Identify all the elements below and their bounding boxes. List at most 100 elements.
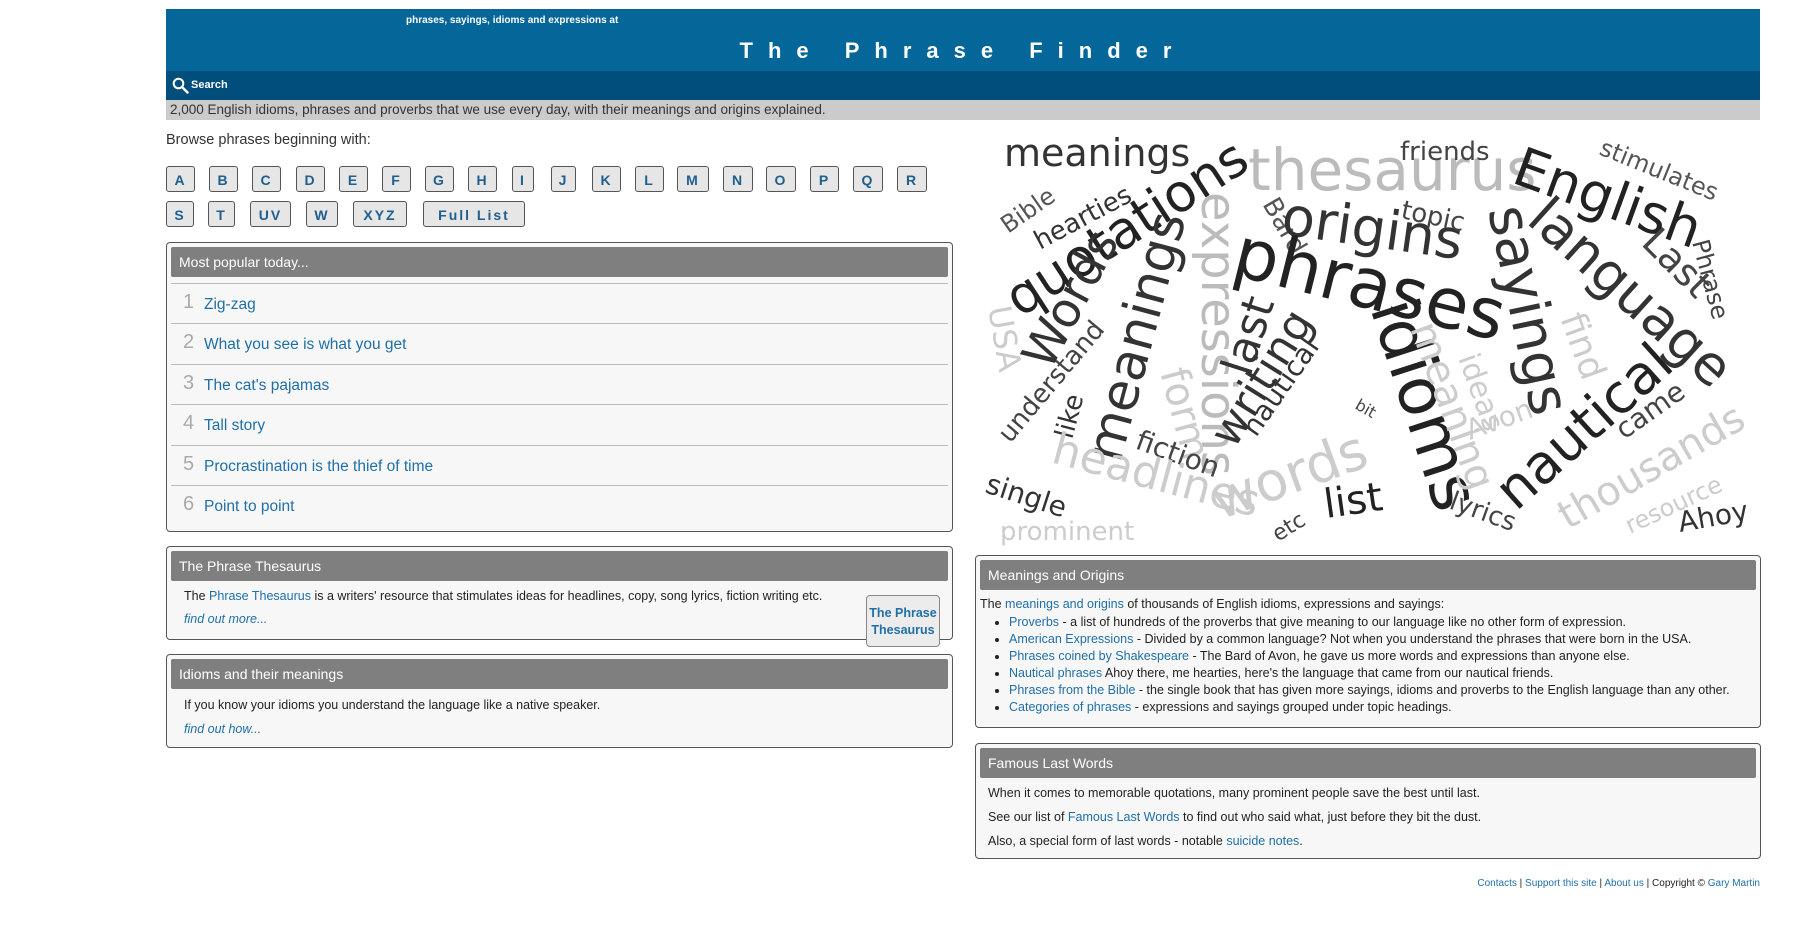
meanings-origins-intro: The meanings and origins of thousands of…	[980, 597, 1444, 611]
footer-separator: |	[1519, 878, 1523, 889]
find-out-more-link[interactable]: find out more...	[184, 612, 267, 626]
letter-i-button[interactable]: I	[512, 166, 534, 192]
letter-a-button[interactable]: A	[166, 166, 195, 192]
letter-c-button[interactable]: C	[252, 166, 281, 192]
meanings-origins-list: Proverbs - a list of hundreds of the pro…	[1009, 614, 1730, 716]
famous-line3-pre: Also, a special form of last words - not…	[988, 834, 1223, 848]
list-item-text: - The Bard of Avon, he gave us more word…	[1188, 649, 1630, 663]
american-expressions-link[interactable]: American Expressions	[1009, 632, 1133, 646]
popular-link[interactable]: The cat's pajamas	[204, 377, 329, 395]
meanings-intro-post: of thousands of English idioms, expressi…	[1127, 597, 1445, 611]
phrase-thesaurus-heading: The Phrase Thesaurus	[171, 551, 948, 581]
letter-q-button[interactable]: Q	[853, 166, 883, 192]
letter-h-button[interactable]: H	[468, 166, 497, 192]
famous-line2-pre: See our list of	[988, 810, 1065, 824]
popular-item[interactable]: 3 The cat's pajamas	[171, 364, 948, 405]
list-item-text: - the single book that has given more sa…	[1135, 683, 1730, 697]
about-link[interactable]: About us	[1604, 878, 1643, 889]
famous-line-1: When it comes to memorable quotations, m…	[988, 786, 1480, 800]
full-list-button[interactable]: Full List	[423, 201, 525, 227]
letter-w-button[interactable]: W	[306, 201, 338, 227]
footer: Contacts | Support this site | About us …	[1477, 878, 1760, 889]
letter-g-button[interactable]: G	[425, 166, 454, 192]
popular-item[interactable]: 2 What you see is what you get	[171, 323, 948, 364]
letter-r-button[interactable]: R	[897, 166, 927, 192]
find-out-how-link[interactable]: find out how...	[184, 722, 261, 736]
popular-item[interactable]: 4 Tall story	[171, 404, 948, 445]
letter-xyz-button[interactable]: XYZ	[353, 201, 407, 227]
idioms-heading: Idioms and their meanings	[171, 659, 948, 689]
famous-last-words-heading: Famous Last Words	[980, 748, 1756, 778]
famous-last-words-panel: Famous Last Words When it comes to memor…	[975, 743, 1761, 859]
suicide-notes-link[interactable]: suicide notes	[1226, 834, 1299, 848]
thesaurus-text-pre: The	[184, 589, 206, 603]
letter-m-button[interactable]: M	[677, 166, 709, 192]
cloud-word: friends	[1400, 137, 1490, 167]
idioms-description: If you know your idioms you understand t…	[184, 698, 601, 712]
browse-label: Browse phrases beginning with:	[166, 132, 371, 148]
letter-o-button[interactable]: O	[766, 166, 796, 192]
popular-item[interactable]: 6 Point to point	[171, 485, 948, 526]
letter-j-button[interactable]: J	[551, 166, 576, 192]
list-item-text: - expressions and sayings grouped under …	[1131, 700, 1452, 714]
popular-rank: 1	[183, 291, 195, 313]
letter-k-button[interactable]: K	[592, 166, 621, 192]
thesaurus-button-line1: The Phrase	[869, 606, 937, 620]
popular-rank: 2	[183, 331, 195, 353]
letter-f-button[interactable]: F	[382, 166, 411, 192]
meanings-origins-link[interactable]: meanings and origins	[1005, 597, 1124, 611]
letter-n-button[interactable]: N	[723, 166, 753, 192]
letter-uv-button[interactable]: UV	[250, 201, 291, 227]
popular-item[interactable]: 5 Procrastination is the thief of time	[171, 445, 948, 486]
cloud-word: list	[1321, 474, 1386, 528]
famous-last-words-link[interactable]: Famous Last Words	[1068, 810, 1180, 824]
nautical-phrases-link[interactable]: Nautical phrases	[1009, 666, 1102, 680]
letter-d-button[interactable]: D	[296, 166, 325, 192]
letter-s-button[interactable]: S	[166, 201, 194, 227]
letter-l-button[interactable]: L	[635, 166, 664, 192]
popular-link[interactable]: What you see is what you get	[204, 336, 406, 354]
popular-rank: 5	[183, 453, 195, 475]
popular-rank: 6	[183, 493, 195, 515]
thesaurus-text-post: is a writers' resource that stimulates i…	[314, 589, 823, 603]
most-popular-panel: Most popular today... 1 Zig-zag 2 What y…	[166, 242, 953, 532]
cloud-word: single	[982, 467, 1071, 524]
cloud-word: prominent	[1000, 517, 1134, 547]
popular-link[interactable]: Tall story	[204, 417, 265, 435]
meanings-origins-panel: Meanings and Origins The meanings and or…	[975, 555, 1761, 728]
phrase-thesaurus-link[interactable]: Phrase Thesaurus	[209, 589, 311, 603]
famous-line2-post: to find out who said what, just before t…	[1183, 810, 1482, 824]
site-header: phrases, sayings, idioms and expressions…	[166, 9, 1760, 71]
popular-item[interactable]: 1 Zig-zag	[171, 283, 948, 324]
list-item: Proverbs - a list of hundreds of the pro…	[1009, 614, 1730, 631]
search-icon[interactable]	[172, 77, 189, 94]
copyright-text: Copyright ©	[1652, 878, 1705, 889]
popular-link[interactable]: Procrastination is the thief of time	[204, 458, 433, 476]
letter-p-button[interactable]: P	[810, 166, 839, 192]
list-item-text: - Divided by a common language? Not when…	[1133, 632, 1692, 646]
popular-link[interactable]: Zig-zag	[204, 296, 256, 314]
author-link[interactable]: Gary Martin	[1708, 878, 1760, 889]
contacts-link[interactable]: Contacts	[1477, 878, 1516, 889]
search-bar[interactable]: Search	[166, 71, 1760, 100]
letter-b-button[interactable]: B	[209, 166, 238, 192]
search-label[interactable]: Search	[191, 79, 228, 91]
bible-phrases-link[interactable]: Phrases from the Bible	[1009, 683, 1135, 697]
list-item-text: - a list of hundreds of the proverbs tha…	[1059, 615, 1627, 629]
word-cloud-image[interactable]: meanings thesaurus friends stimulates Bi…	[980, 122, 1760, 550]
famous-line-2: See our list of Famous Last Words to fin…	[988, 810, 1481, 824]
footer-separator: |	[1599, 878, 1603, 889]
proverbs-link[interactable]: Proverbs	[1009, 615, 1059, 629]
phrase-thesaurus-button[interactable]: The Phrase Thesaurus	[866, 595, 940, 647]
popular-link[interactable]: Point to point	[204, 498, 294, 516]
thesaurus-button-line2: Thesaurus	[871, 623, 935, 637]
letter-e-button[interactable]: E	[339, 166, 368, 192]
shakespeare-phrases-link[interactable]: Phrases coined by Shakespeare	[1009, 649, 1189, 663]
categories-link[interactable]: Categories of phrases	[1009, 700, 1131, 714]
support-link[interactable]: Support this site	[1525, 878, 1597, 889]
letter-t-button[interactable]: T	[208, 201, 235, 227]
site-title[interactable]: The Phrase Finder	[166, 38, 1760, 64]
list-item: Nautical phrases Ahoy there, me hearties…	[1009, 665, 1730, 682]
meanings-origins-heading: Meanings and Origins	[980, 560, 1756, 590]
list-item: Categories of phrases - expressions and …	[1009, 699, 1730, 716]
